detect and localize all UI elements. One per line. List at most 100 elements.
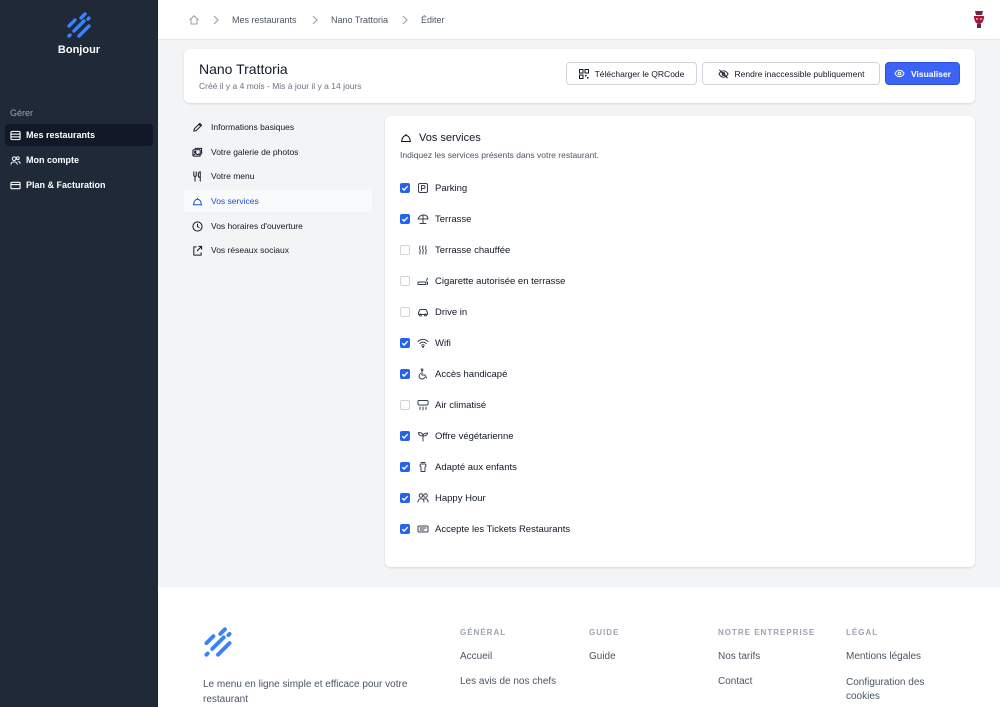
make-private-label: Rendre inaccessible publiquement <box>734 68 865 79</box>
checkmark-icon <box>401 433 409 440</box>
sidebar-item-mes-restaurants[interactable]: Mes restaurants <box>5 124 153 146</box>
subnav-services[interactable]: Vos services <box>184 190 372 212</box>
service-label: Happy Hour <box>435 492 486 504</box>
footer-link-accueil[interactable]: Accueil <box>460 651 492 662</box>
restaurant-name: Nano Trattoria <box>199 61 288 77</box>
topbar: Mes restaurants Nano Trattoria Éditer <box>158 0 1000 40</box>
service-item[interactable]: Air climatisé <box>400 398 486 412</box>
utensils-icon <box>193 170 201 182</box>
service-checkbox[interactable] <box>400 338 410 348</box>
service-checkbox[interactable] <box>400 462 410 472</box>
download-qrcode-label: Télécharger le QRCode <box>594 68 685 79</box>
breadcrumb-current[interactable]: Éditer <box>421 0 445 40</box>
checkmark-icon <box>401 464 409 471</box>
subnav-menu[interactable]: Votre menu <box>184 165 372 187</box>
service-checkbox[interactable] <box>400 276 410 286</box>
sidebar-item-label: Mes restaurants <box>26 130 96 140</box>
footer-heading-guide: GUIDE <box>589 628 620 637</box>
chevron-right-icon <box>213 15 219 25</box>
service-item[interactable]: Accès handicapé <box>400 367 507 381</box>
service-item[interactable]: Drive in <box>400 305 467 319</box>
wheelchair-icon <box>418 368 427 380</box>
footer-heading-legal: LÉGAL <box>846 628 879 637</box>
service-checkbox[interactable] <box>400 245 410 255</box>
people-icon <box>417 493 429 503</box>
footer-link-contact[interactable]: Contact <box>718 676 752 687</box>
footer-link-guide[interactable]: Guide <box>589 651 616 662</box>
service-item[interactable]: Adapté aux enfants <box>400 460 517 474</box>
service-checkbox[interactable] <box>400 369 410 379</box>
service-item[interactable]: Offre végétarienne <box>400 429 514 443</box>
cloche-icon <box>192 197 203 205</box>
sidebar-item-mon-compte[interactable]: Mon compte <box>5 149 153 171</box>
credit-card-icon <box>10 181 21 189</box>
parking-icon <box>418 183 428 193</box>
footer-link-tarifs[interactable]: Nos tarifs <box>718 651 760 662</box>
cigarette-icon <box>417 277 428 285</box>
footer-link-mentions[interactable]: Mentions légales <box>846 651 921 662</box>
eye-icon <box>894 69 905 78</box>
subnav-label: Vos réseaux sociaux <box>211 245 289 255</box>
service-checkbox[interactable] <box>400 183 410 193</box>
service-item[interactable]: Happy Hour <box>400 491 486 505</box>
service-checkbox[interactable] <box>400 214 410 224</box>
baby-icon <box>419 462 427 472</box>
service-item[interactable]: Accepte les Tickets Restaurants <box>400 522 570 536</box>
subnav-informations-basiques[interactable]: Informations basiques <box>184 116 372 138</box>
logo-icon <box>67 12 91 38</box>
subnav-label: Votre menu <box>211 171 255 181</box>
pencil-icon <box>193 122 203 132</box>
restaurant-meta: Créé il y a 4 mois - Mis à jour il y a 1… <box>199 81 362 91</box>
checkmark-icon <box>401 340 409 347</box>
service-label: Air climatisé <box>435 399 487 411</box>
service-item[interactable]: Terrasse chauffée <box>400 243 510 257</box>
service-checkbox[interactable] <box>400 307 410 317</box>
service-label: Terrasse <box>435 213 472 225</box>
home-icon[interactable] <box>188 14 200 26</box>
footer: Le menu en ligne simple et efficace pour… <box>158 587 1000 707</box>
visualiser-button[interactable]: Visualiser <box>885 62 960 85</box>
subnav-reseaux-sociaux[interactable]: Vos réseaux sociaux <box>184 239 372 261</box>
footer-link-avis-chefs[interactable]: Les avis de nos chefs <box>460 676 556 687</box>
services-description: Indiquez les services présents dans votr… <box>400 150 599 160</box>
footer-link-cookies[interactable]: Configuration des cookies <box>846 676 946 704</box>
sprout-icon <box>418 432 428 442</box>
services-card: Vos services Indiquez les services prése… <box>385 116 975 567</box>
services-title-row: Vos services <box>400 132 481 144</box>
share-icon <box>193 245 203 256</box>
service-item[interactable]: Cigarette autorisée en terrasse <box>400 274 565 288</box>
checkmark-icon <box>401 371 409 378</box>
service-checkbox[interactable] <box>400 400 410 410</box>
sidebar-item-plan-facturation[interactable]: Plan & Facturation <box>5 174 153 196</box>
qrcode-icon <box>578 68 589 79</box>
service-checkbox[interactable] <box>400 431 410 441</box>
footer-heading-entreprise: NOTRE ENTREPRISE <box>718 628 816 637</box>
make-private-button[interactable]: Rendre inaccessible publiquement <box>702 62 880 85</box>
subnav-horaires[interactable]: Vos horaires d'ouverture <box>184 215 372 237</box>
service-label: Adapté aux enfants <box>435 461 517 473</box>
service-label: Drive in <box>435 306 468 318</box>
services-title: Vos services <box>419 132 481 144</box>
service-item[interactable]: Terrasse <box>400 212 471 226</box>
cloche-icon <box>401 134 411 143</box>
subnav-galerie-photos[interactable]: Votre galerie de photos <box>184 141 372 163</box>
service-item[interactable]: Parking <box>400 181 467 195</box>
subnav-label: Vos horaires d'ouverture <box>211 221 303 231</box>
heat-icon <box>419 245 427 255</box>
breadcrumb-restaurant[interactable]: Nano Trattoria <box>331 0 388 40</box>
users-icon <box>10 155 21 165</box>
logo-icon[interactable] <box>203 627 233 657</box>
service-checkbox[interactable] <box>400 524 410 534</box>
stack-icon <box>10 130 21 140</box>
download-qrcode-button[interactable]: Télécharger le QRCode <box>566 62 697 85</box>
avatar[interactable] <box>972 10 986 30</box>
service-label: Cigarette autorisée en terrasse <box>435 275 566 287</box>
breadcrumb-mes-restaurants[interactable]: Mes restaurants <box>232 0 297 40</box>
service-label: Terrasse chauffée <box>435 244 511 256</box>
visualiser-label: Visualiser <box>910 68 951 79</box>
service-item[interactable]: Wifi <box>400 336 451 350</box>
footer-heading-general: GÉNÉRAL <box>460 628 507 637</box>
sidebar-section-label: Gérer <box>10 108 34 118</box>
brand[interactable]: Bonjour <box>0 12 158 56</box>
service-checkbox[interactable] <box>400 493 410 503</box>
